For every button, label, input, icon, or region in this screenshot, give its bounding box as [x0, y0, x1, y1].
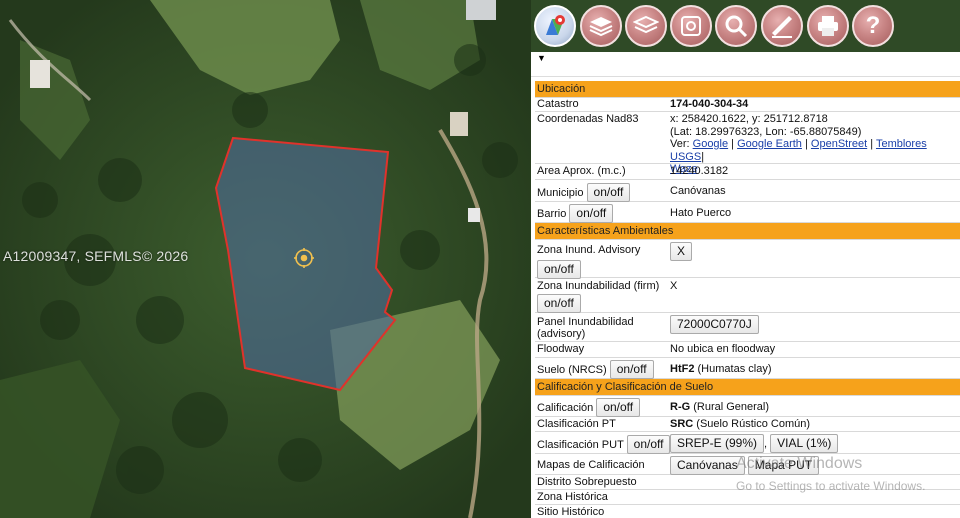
link-google-earth[interactable]: Google Earth [737, 138, 802, 150]
print-icon[interactable] [807, 5, 849, 47]
layers-stack-icon[interactable] [625, 5, 667, 47]
mapas-label: Mapas de Calificación [537, 459, 645, 471]
area-label: Area Aprox. (m.c.) [537, 165, 626, 177]
row-municipio: Municipio on/off Canóvanas [535, 180, 960, 202]
row-panel-inund: Panel Inundabilidad (advisory) 72000C077… [535, 313, 960, 342]
clasif-put-button-srep[interactable]: SREP-E (99%) [670, 434, 765, 453]
watermark: A12009347, SEFMLS© 2026 [3, 248, 189, 264]
building [450, 112, 468, 136]
measure-icon[interactable] [761, 5, 803, 47]
building [466, 0, 496, 20]
barrio-toggle-button[interactable]: on/off [569, 204, 614, 223]
row-barrio: Barrio on/off Hato Puerco [535, 202, 960, 223]
row-sitio-historico: Sitio Histórico [535, 505, 960, 518]
clasif-pt-desc: (Suelo Rústico Común) [696, 418, 811, 430]
building [30, 60, 50, 88]
zona-firm-value: X [670, 280, 678, 292]
link-openstreet[interactable]: OpenStreet [811, 138, 867, 150]
floodway-value: No ubica en floodway [670, 343, 776, 355]
mapas-canovanas-button[interactable]: Canóvanas [670, 456, 745, 475]
coords-latlon: (Lat: 18.29976323, Lon: -65.88075849) [670, 125, 862, 138]
clasif-pt-code: SRC [670, 418, 694, 430]
clasif-pt-label: Clasificación PT [537, 418, 616, 430]
panel-inund-label: Panel Inundabilidad (advisory) [537, 316, 634, 340]
suelo-toggle-button[interactable]: on/off [609, 360, 654, 379]
clasif-put-toggle-button[interactable]: on/off [626, 435, 671, 454]
row-floodway: Floodway No ubica en floodway [535, 342, 960, 358]
panel-dropdown[interactable]: ▼ [531, 52, 960, 77]
section-calificacion: Calificación y Clasificación de Suelo [535, 379, 960, 396]
catastro-value: 174-040-304-34 [670, 98, 749, 110]
suelo-code: HtF2 [670, 363, 695, 375]
area-value: 14240.3182 [670, 165, 729, 177]
barrio-value: Hato Puerco [670, 207, 732, 219]
row-catastro: Catastro 174-040-304-34 [535, 98, 960, 112]
zona-advisory-toggle-button[interactable]: on/off [537, 260, 581, 279]
municipio-value: Canóvanas [670, 185, 726, 197]
municipio-toggle-button[interactable]: on/off [586, 183, 631, 202]
floodway-label: Floodway [537, 343, 585, 355]
coords-xy: x: 258420.1622, y: 251712.8718 [670, 113, 828, 125]
row-suelo: Suelo (NRCS) on/off HtF2 (Humatas clay) [535, 358, 960, 379]
catastro-label: Catastro [537, 98, 579, 110]
section-ubicacion: Ubicación [535, 81, 960, 98]
building [468, 208, 480, 222]
distrito-label: Distrito Sobrepuesto [537, 476, 637, 488]
section-caracteristicas: Características Ambientales [535, 223, 960, 240]
sitio-historico-label: Sitio Histórico [537, 506, 605, 518]
calif-label: Calificación [537, 402, 594, 414]
link-google[interactable]: Google [693, 138, 728, 150]
row-zona-advisory: Zona Inund. Advisory on/off X [535, 240, 960, 279]
calif-desc: (Rural General) [693, 401, 770, 413]
row-calificacion: Calificación on/off R-G (Rural General) [535, 396, 960, 417]
panel-inund-button[interactable]: 72000C0770J [670, 315, 759, 334]
zona-firm-toggle-button[interactable]: on/off [537, 294, 581, 313]
row-area: Area Aprox. (m.c.) 14240.3182 [535, 164, 960, 180]
chevron-down-icon: ▼ [537, 53, 546, 63]
row-clasif-pt: Clasificación PT SRC (Suelo Rústico Comú… [535, 417, 960, 432]
help-icon[interactable]: ? [852, 5, 894, 47]
suelo-desc: (Humatas clay) [697, 363, 772, 375]
activate-windows-title: Activate Windows [736, 455, 863, 472]
clasif-put-label: Clasificación PUT [537, 439, 624, 451]
property-table: Ubicación Catastro 174-040-304-34 Coorde… [535, 81, 960, 518]
zona-historica-label: Zona Histórica [537, 491, 608, 503]
zona-advisory-label: Zona Inund. Advisory [537, 244, 641, 256]
row-clasif-put: Clasificación PUT on/off SREP-E (99%), V… [535, 432, 960, 454]
calif-code: R-G [670, 401, 691, 413]
calif-toggle-button[interactable]: on/off [596, 398, 641, 417]
satellite-map[interactable]: A12009347, SEFMLS© 2026 [0, 0, 531, 518]
municipio-label: Municipio [537, 187, 584, 199]
row-coordenadas: Coordenadas Nad83 x: 258420.1622, y: 251… [535, 112, 960, 175]
search-icon[interactable] [715, 5, 757, 47]
info-panel: ? ▼ Ubicación Catastro 174-040-304-34 Co… [531, 0, 960, 518]
clasif-put-button-vial[interactable]: VIAL (1%) [770, 434, 839, 453]
maps-icon[interactable] [534, 5, 576, 47]
toolbar: ? [531, 0, 960, 52]
row-zona-firm: Zona Inundabilidad (firm) on/off X [535, 278, 960, 313]
zona-advisory-value[interactable]: X [670, 242, 693, 261]
barrio-label: Barrio [537, 208, 567, 220]
layers-icon[interactable] [580, 5, 622, 47]
parcel-polygon[interactable] [214, 136, 397, 392]
suelo-label: Suelo (NRCS) [537, 364, 607, 376]
gis-icon[interactable] [670, 5, 712, 47]
coords-label: Coordenadas Nad83 [537, 113, 639, 125]
zona-firm-label: Zona Inundabilidad (firm) [537, 280, 660, 292]
activate-windows-hint: Go to Settings to activate Windows. [736, 479, 926, 493]
ver-label: Ver: [670, 138, 690, 150]
